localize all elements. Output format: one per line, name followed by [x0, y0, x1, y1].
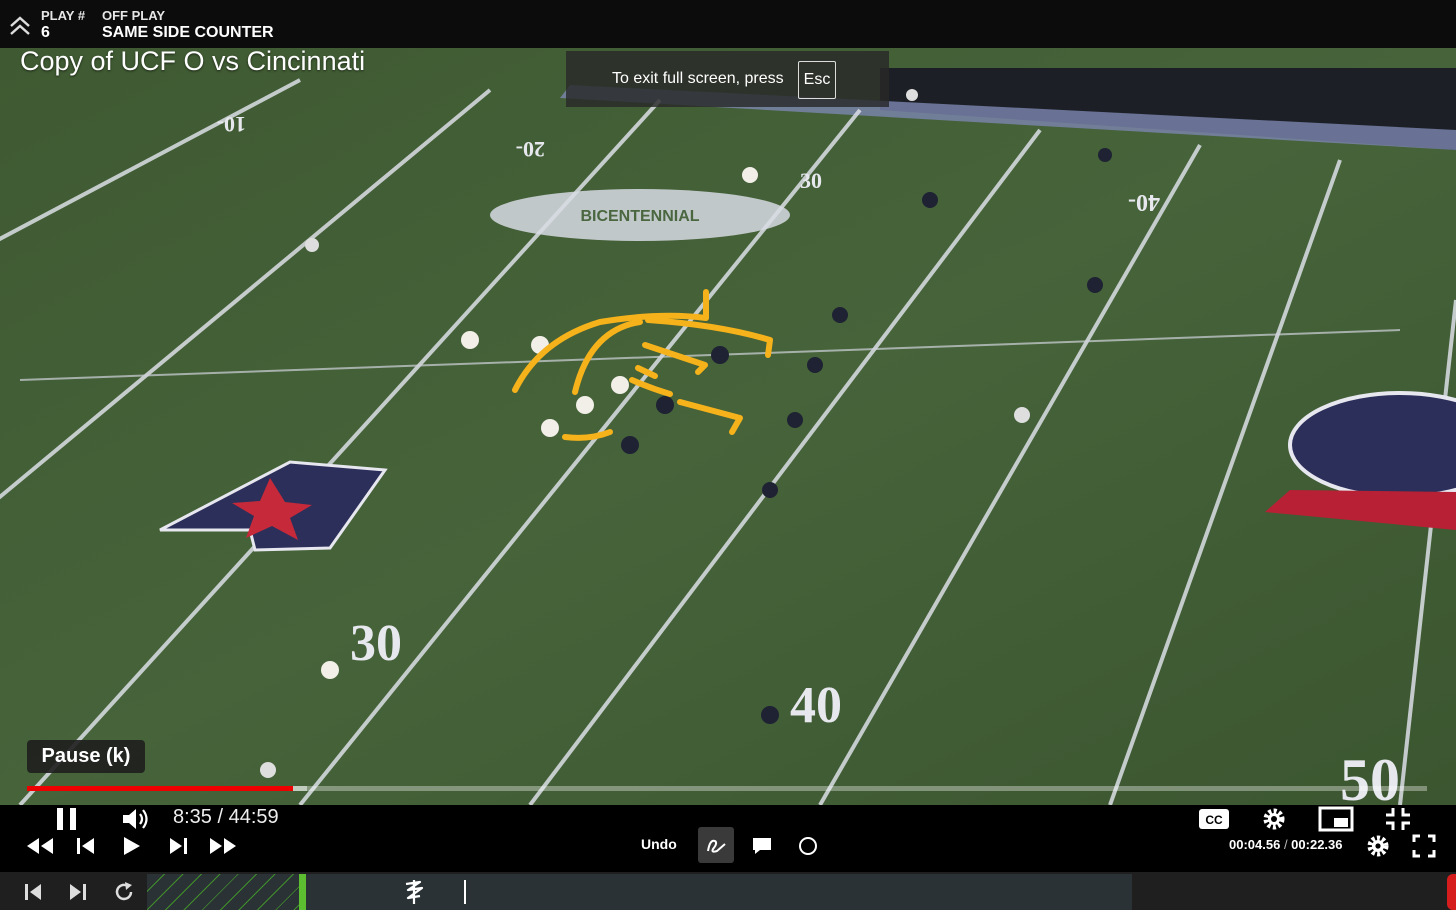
- fullscreen-toast: To exit full screen, press Esc: [566, 51, 889, 107]
- current-time: 8:35: [173, 806, 212, 828]
- progress-played: [27, 786, 293, 791]
- draw-tool-button[interactable]: [698, 827, 734, 863]
- clip-total: 00:22.36: [1291, 837, 1343, 852]
- timeline-clip-region: [147, 874, 301, 910]
- play-type-label: OFF PLAY: [102, 8, 166, 23]
- esc-key-hint: Esc: [798, 61, 836, 99]
- step-back-icon[interactable]: [75, 836, 97, 856]
- gear-icon[interactable]: [1366, 834, 1390, 858]
- volume-icon[interactable]: [121, 806, 151, 832]
- chevron-up-icon[interactable]: [8, 14, 32, 38]
- svg-text:40-: 40-: [1128, 189, 1160, 215]
- football-field: BICENTENNIAL 10- 20- 30 40- 30 40 50: [0, 48, 1456, 805]
- svg-text:CC: CC: [1205, 813, 1223, 827]
- video-frame[interactable]: BICENTENNIAL 10- 20- 30 40- 30 40 50: [0, 48, 1456, 805]
- play-icon[interactable]: [121, 835, 143, 857]
- play-name: SAME SIDE COUNTER: [102, 24, 274, 41]
- undo-button[interactable]: Undo: [641, 836, 677, 852]
- svg-text:20-: 20-: [516, 137, 545, 162]
- clip-separator: /: [1280, 837, 1292, 852]
- step-forward-icon[interactable]: [167, 836, 189, 856]
- draw-icon: [707, 839, 726, 853]
- clip-elapsed: 00:04.56: [1229, 837, 1281, 852]
- svg-text:50: 50: [1340, 747, 1400, 805]
- svg-text:30: 30: [800, 168, 822, 193]
- pause-icon[interactable]: [53, 805, 81, 833]
- timeline-marker[interactable]: [299, 874, 306, 910]
- skip-start-icon[interactable]: [22, 881, 44, 903]
- miniplayer-icon[interactable]: [1318, 806, 1354, 832]
- fullscreen-icon[interactable]: [1412, 834, 1436, 858]
- svg-text:40: 40: [790, 677, 842, 734]
- play-number-label: PLAY #: [41, 8, 86, 23]
- comment-icon[interactable]: [751, 835, 773, 857]
- exit-fullscreen-icon[interactable]: [1384, 806, 1412, 832]
- captions-icon[interactable]: CC: [1198, 808, 1230, 830]
- fullscreen-toast-text: To exit full screen, press: [612, 70, 784, 87]
- time-readout: 8:35 / 44:59: [173, 806, 279, 829]
- progress-bar[interactable]: [27, 786, 1427, 791]
- refresh-icon[interactable]: [112, 880, 136, 904]
- circle-icon[interactable]: [797, 835, 819, 857]
- play-number: 6: [41, 24, 50, 41]
- duration: 44:59: [228, 806, 279, 828]
- fast-forward-icon[interactable]: [208, 836, 238, 856]
- time-separator: /: [217, 806, 224, 828]
- timeline-playhead[interactable]: [464, 880, 466, 904]
- pause-tooltip: Pause (k): [27, 740, 145, 773]
- svg-text:30: 30: [350, 615, 402, 672]
- svg-text:10-: 10-: [217, 112, 246, 137]
- video-title: Copy of UCF O vs Cincinnati: [20, 46, 366, 76]
- skip-end-icon[interactable]: [67, 881, 89, 903]
- timeline-end-marker: [1447, 874, 1456, 910]
- clip-time: 00:04.56 / 00:22.36: [1229, 837, 1343, 852]
- svg-text:BICENTENNIAL: BICENTENNIAL: [580, 208, 699, 225]
- rewind-icon[interactable]: [25, 836, 55, 856]
- bicentennial-logo: BICENTENNIAL: [490, 189, 790, 241]
- settings-icon[interactable]: [1261, 806, 1287, 832]
- scribble-icon[interactable]: [400, 878, 428, 906]
